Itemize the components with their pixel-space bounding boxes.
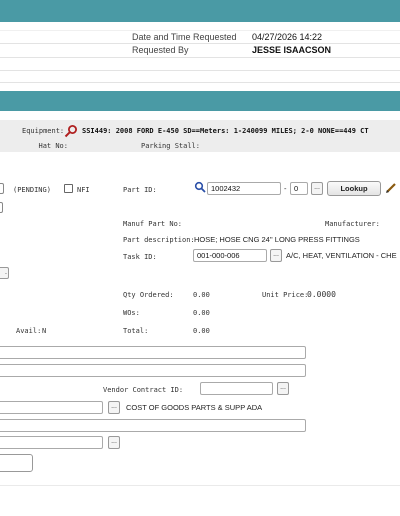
part-ellipsis-button[interactable]: ... xyxy=(311,182,323,195)
divider xyxy=(0,30,400,31)
parking-stall-label: Parking Stall: xyxy=(140,142,200,150)
task-id-input[interactable]: 001-000-006 xyxy=(193,249,267,262)
wos-label: WOs: xyxy=(123,309,140,317)
manufacturer-label: Manufacturer: xyxy=(325,220,380,228)
divider xyxy=(0,82,400,83)
divider xyxy=(0,57,400,58)
divider xyxy=(0,70,400,71)
partial-ellipsis-button[interactable]: . xyxy=(0,267,9,279)
description-value: HOSE; HOSE CNG 24'' LONG PRESS FITTINGS xyxy=(194,235,360,244)
notes-input[interactable] xyxy=(0,364,306,377)
nfi-checkbox[interactable] xyxy=(64,184,73,193)
qty-ordered-label: Qty Ordered: xyxy=(123,291,174,299)
nfi-label: NFI xyxy=(77,186,90,194)
account-notes-input[interactable] xyxy=(0,419,306,432)
avail-value: N xyxy=(42,327,47,335)
vendor-contract-ellipsis-button[interactable]: ... xyxy=(277,382,289,395)
pending-status: (PENDING) xyxy=(13,186,51,194)
reference-ellipsis-button[interactable]: ... xyxy=(108,436,120,449)
hat-no-label: Hat No: xyxy=(38,142,68,150)
requested-by-value: JESSE ISAACSON xyxy=(252,45,332,55)
top-header-bar xyxy=(0,0,400,22)
avail-label: Avail: xyxy=(16,327,42,335)
vendor-contract-input[interactable] xyxy=(200,382,273,395)
task-ellipsis-button[interactable]: ... xyxy=(270,249,282,262)
reference-input[interactable] xyxy=(0,436,103,449)
lookup-button[interactable]: Lookup xyxy=(327,181,381,196)
equipment-value: SSI449: 2008 FORD E-450 SD==Meters: 1-24… xyxy=(82,127,369,135)
task-description: A/C, HEAT, VENTILATION - CHE xyxy=(286,251,397,260)
search-icon[interactable] xyxy=(194,180,206,193)
comment-input[interactable] xyxy=(0,346,306,359)
account-input[interactable] xyxy=(0,401,103,414)
date-requested-value: 04/27/2026 14:22 xyxy=(252,32,323,42)
qty-ordered-value: 0.00 xyxy=(193,291,210,299)
description-label: Part description: xyxy=(123,236,195,244)
equipment-label: Equipment: xyxy=(22,127,65,135)
unit-price-value: 0.0000 xyxy=(307,290,336,299)
partial-field[interactable] xyxy=(0,202,3,213)
manuf-part-label: Manuf Part No: xyxy=(123,220,183,228)
section-header-bar xyxy=(0,91,400,111)
wos-value: 0.00 xyxy=(193,309,210,317)
task-id-label: Task ID: xyxy=(123,253,157,261)
divider xyxy=(0,485,400,486)
total-value: 0.00 xyxy=(193,327,210,335)
part-id-label: Part ID: xyxy=(123,186,157,194)
status-select[interactable] xyxy=(0,183,4,194)
partial-action-button[interactable] xyxy=(0,454,33,472)
vendor-contract-label: Vendor Contract ID: xyxy=(103,386,184,394)
date-requested-label: Date and Time Requested xyxy=(132,32,237,42)
part-suffix-input[interactable]: 0 xyxy=(290,182,308,195)
requested-by-label: Requested By xyxy=(132,45,189,55)
pencil-icon[interactable] xyxy=(385,181,397,193)
total-label: Total: xyxy=(123,327,149,335)
unit-price-label: Unit Price: xyxy=(262,291,309,299)
part-id-separator: - xyxy=(284,184,287,193)
account-ellipsis-button[interactable]: ... xyxy=(108,401,120,414)
search-icon[interactable] xyxy=(64,124,78,138)
divider xyxy=(0,43,400,44)
account-description: COST OF GOODS PARTS & SUPP ADA xyxy=(126,403,263,412)
part-id-input[interactable]: 1002432 xyxy=(207,182,281,195)
